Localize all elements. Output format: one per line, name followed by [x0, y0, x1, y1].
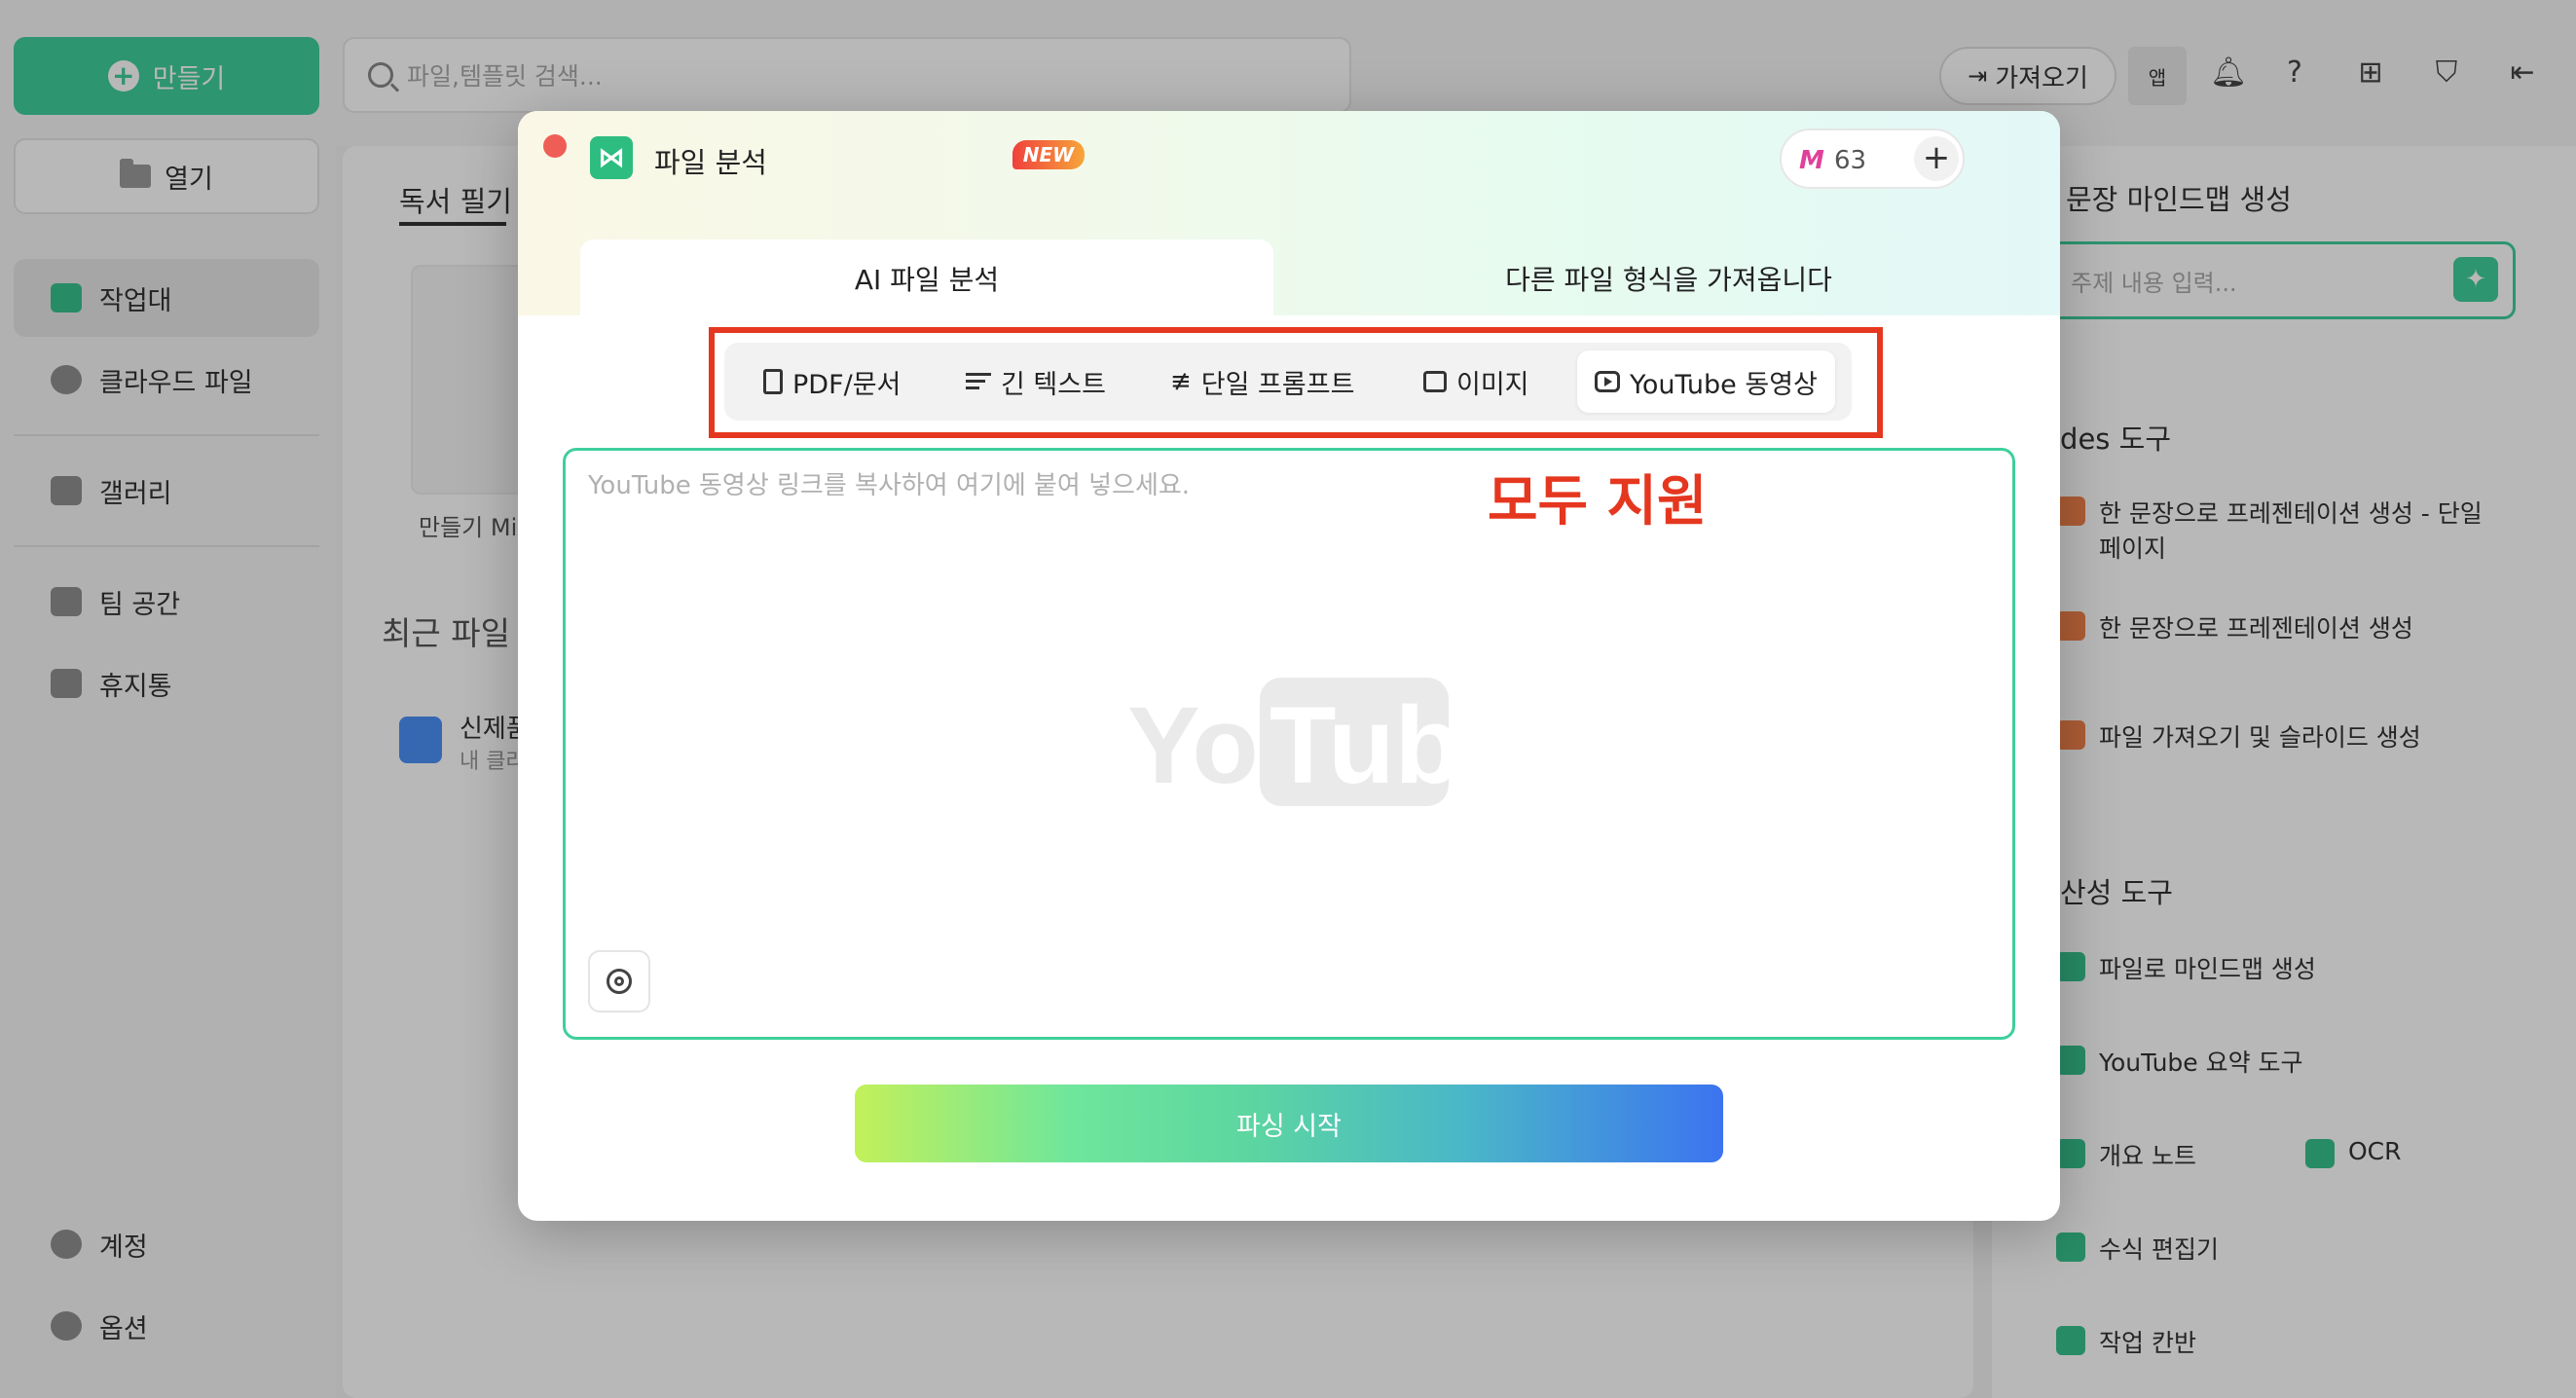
- settings-button[interactable]: [588, 950, 650, 1012]
- input-placeholder: YouTube 동영상 링크를 복사하여 여기에 붙여 넣으세요.: [588, 471, 1191, 500]
- support-annotation: 모두 지원: [1488, 470, 1708, 533]
- tab-label: AI 파일 분석: [854, 264, 1000, 296]
- tab-import-other-formats[interactable]: 다른 파일 형식을 가져옵니다: [1277, 239, 2060, 317]
- close-icon[interactable]: [543, 134, 567, 158]
- start-parsing-button[interactable]: 파싱 시작: [855, 1085, 1723, 1162]
- dialog-title: 파일 분석: [654, 146, 767, 179]
- credits-count: 63: [1834, 146, 1867, 175]
- youtube-watermark-icon: You Tube: [1127, 678, 1449, 806]
- new-badge: NEW: [1012, 140, 1085, 169]
- parse-button-label: 파싱 시작: [1236, 1111, 1342, 1142]
- tab-label: 다른 파일 형식을 가져옵니다: [1505, 264, 1832, 296]
- add-credits-button[interactable]: +: [1914, 136, 1959, 181]
- credits-logo-icon: M: [1799, 146, 1824, 175]
- highlight-box: [709, 327, 1883, 438]
- app-logo-icon: ⋈: [590, 136, 633, 179]
- credits-chip: M 63 +: [1780, 129, 1965, 189]
- gear-icon: [607, 969, 632, 994]
- svg-text:Tube: Tube: [1270, 684, 1449, 806]
- tab-ai-file-analysis[interactable]: AI 파일 분석: [580, 239, 1273, 317]
